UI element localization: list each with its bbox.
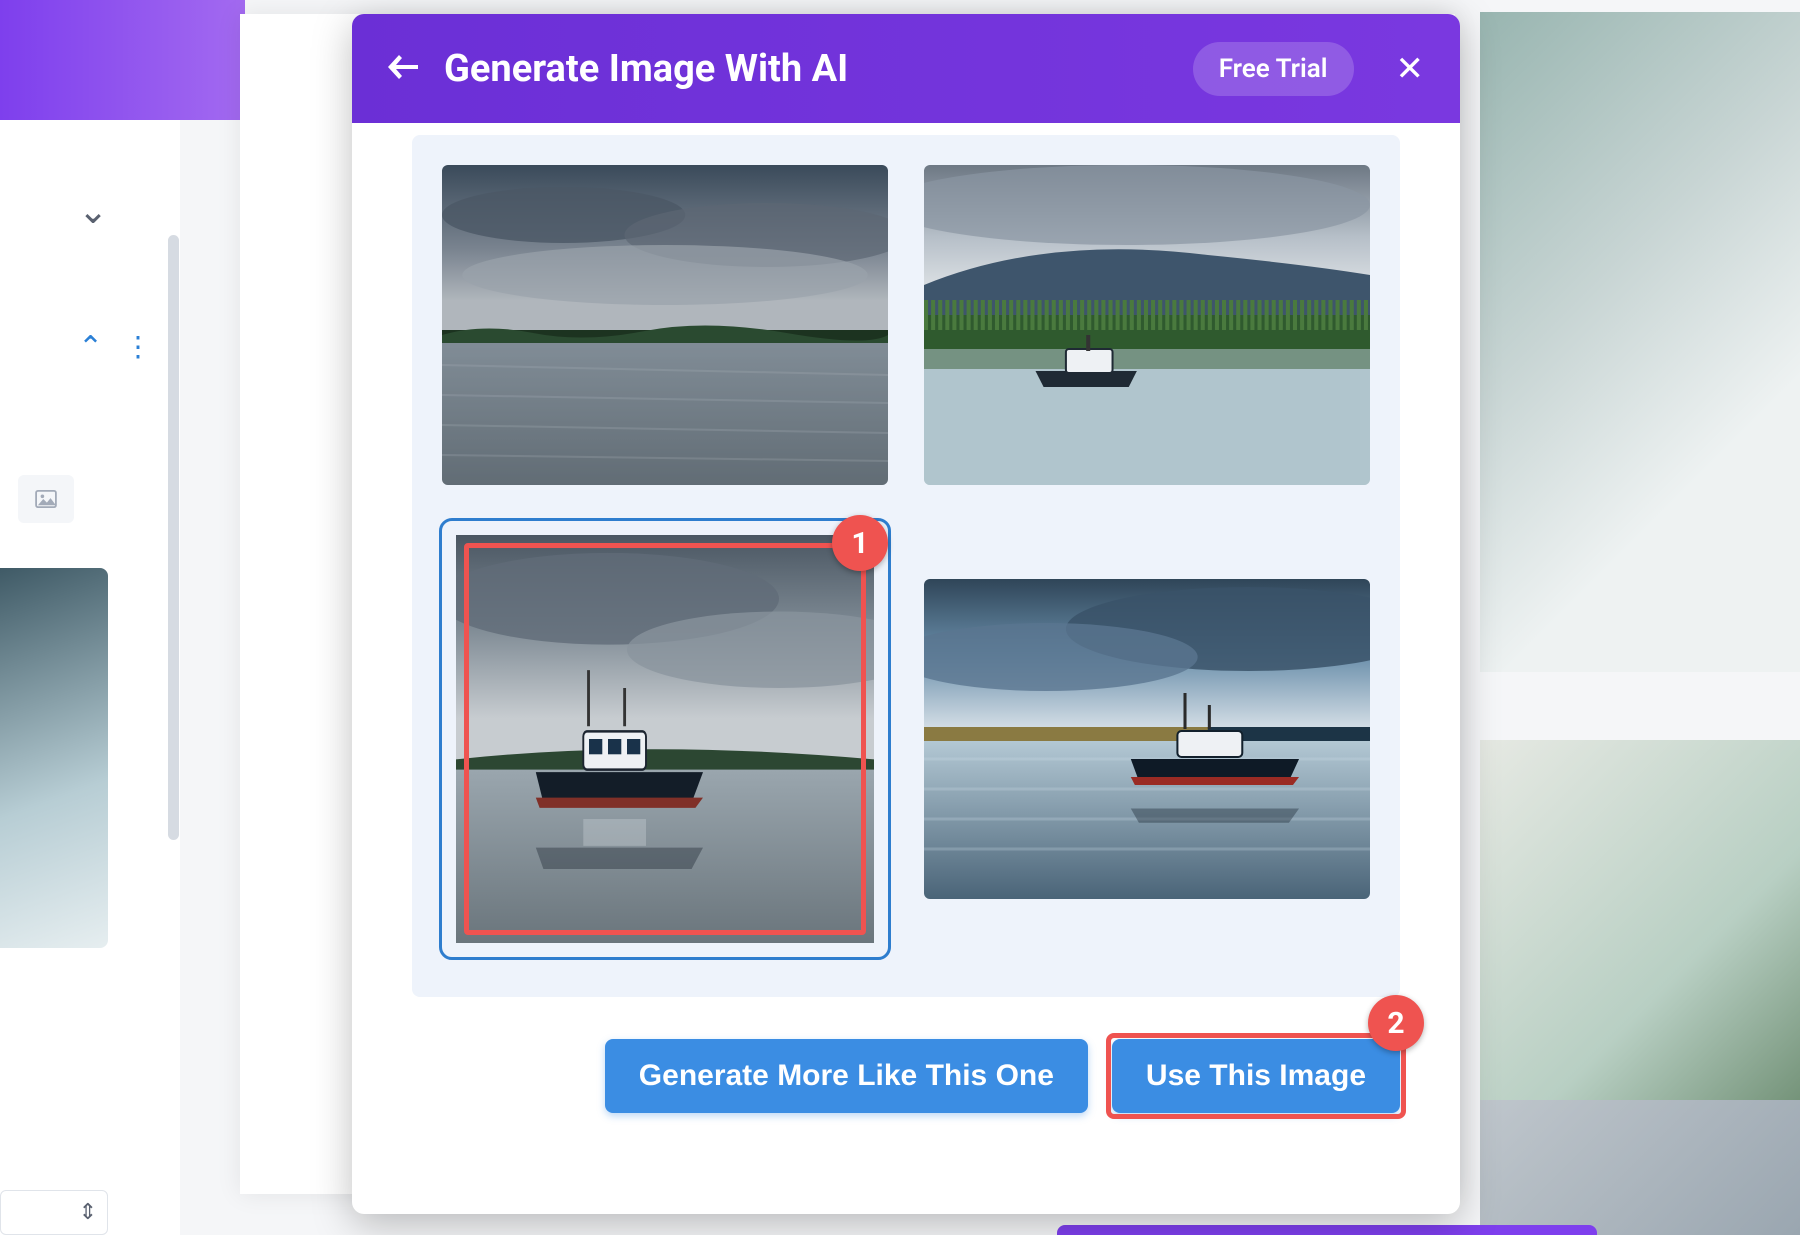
free-trial-badge[interactable]: Free Trial <box>1193 42 1354 96</box>
background-image-right-lower <box>1480 740 1800 1140</box>
grid-cell <box>924 165 1370 485</box>
boat-reflection-thumbnail <box>456 535 874 943</box>
generated-image-option[interactable] <box>924 165 1370 485</box>
generated-image-option-selected[interactable] <box>442 521 888 957</box>
annotation-badge-2: 2 <box>1368 995 1424 1051</box>
image-placeholder-icon[interactable] <box>18 475 74 523</box>
use-this-image-button[interactable]: Use This Image <box>1112 1039 1400 1113</box>
use-image-wrapper: Use This Image 2 <box>1112 1039 1400 1113</box>
grid-cell: 1 <box>442 521 888 957</box>
sidebar-scrollbar[interactable] <box>168 235 179 840</box>
image-icon <box>35 490 57 508</box>
boat-motion-thumbnail <box>924 579 1370 899</box>
gallery-panel: 1 <box>412 135 1400 997</box>
chevron-down-icon[interactable]: ⌄ <box>78 190 108 232</box>
generated-image-option[interactable] <box>924 579 1370 899</box>
boat-trees-thumbnail <box>924 165 1370 485</box>
grid-cell <box>442 165 888 485</box>
background-image-right-bottom <box>1480 1100 1800 1235</box>
more-options-icon[interactable]: ⋮ <box>124 330 152 363</box>
modal-header: Generate Image With AI Free Trial ✕ <box>352 14 1460 123</box>
sort-icon: ⇕ <box>79 1200 97 1225</box>
background-image-right <box>1480 12 1800 672</box>
back-arrow-icon[interactable] <box>388 53 420 85</box>
generate-more-button[interactable]: Generate More Like This One <box>605 1039 1088 1113</box>
bottom-accent-bar <box>1057 1225 1597 1235</box>
modal-body: 1 <box>352 123 1460 1214</box>
app-topbar-fragment <box>0 0 245 120</box>
image-grid: 1 <box>442 165 1370 957</box>
sidebar-sort-control[interactable]: ⇕ <box>0 1190 108 1235</box>
grid-cell <box>924 521 1370 957</box>
close-icon[interactable]: ✕ <box>1396 49 1425 89</box>
chevron-up-icon[interactable]: ⌃ <box>78 330 103 365</box>
lake-clouds-thumbnail <box>442 165 888 485</box>
modal-title: Generate Image With AI <box>444 47 1169 91</box>
sidebar-thumbnail <box>0 568 108 948</box>
generated-image-option[interactable] <box>442 165 888 485</box>
ai-generate-modal: Generate Image With AI Free Trial ✕ <box>352 14 1460 1214</box>
action-button-row: Generate More Like This One Use This Ima… <box>412 1039 1400 1113</box>
annotation-badge-1: 1 <box>832 515 888 571</box>
